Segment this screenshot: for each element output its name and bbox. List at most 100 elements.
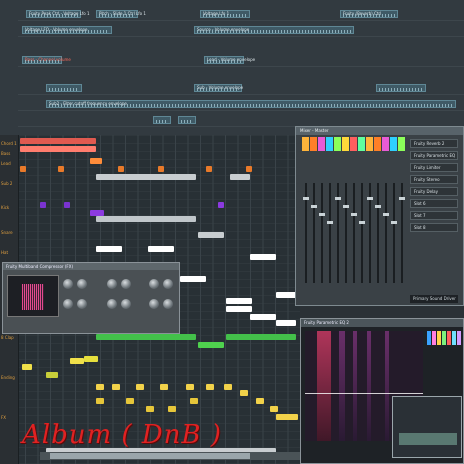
piano-roll-note[interactable] <box>146 406 154 412</box>
playlist-clip[interactable]: Sub2 - Filter cutoff frequency envelope <box>46 100 456 108</box>
playlist-clip[interactable]: Sub - Volume envelope <box>194 84 243 92</box>
ratio-knob[interactable] <box>77 279 87 289</box>
ratio-knob[interactable] <box>121 279 131 289</box>
attack-knob[interactable] <box>149 299 159 309</box>
threshold-knob[interactable] <box>107 279 117 289</box>
compressor-plugin-window[interactable]: Fruity Multiband Compressor (FX) <box>2 262 180 334</box>
piano-roll-note[interactable] <box>190 398 198 404</box>
piano-roll-note[interactable] <box>250 254 276 260</box>
piano-roll-note[interactable] <box>96 246 122 252</box>
mixer-fader-track[interactable] <box>321 183 323 283</box>
piano-roll-note[interactable] <box>136 384 144 390</box>
mixer-fader-track[interactable] <box>385 183 387 283</box>
mixer-fader-knob[interactable] <box>367 197 373 200</box>
mixer-channel-color[interactable] <box>398 137 405 151</box>
mixer-effect-slot[interactable]: Fruity Delay <box>410 187 458 196</box>
mixer-title[interactable]: Mixer - Master <box>296 127 463 135</box>
mixer-fader-knob[interactable] <box>391 221 397 224</box>
mixer-effect-slot[interactable]: Fruity Parametric EQ <box>410 151 458 160</box>
mixer-fader-knob[interactable] <box>327 221 333 224</box>
mixer-effect-slot[interactable]: Fruity Limiter <box>410 163 458 172</box>
piano-roll-note[interactable] <box>118 166 124 172</box>
piano-roll-note[interactable] <box>46 372 58 378</box>
mixer-channel-color[interactable] <box>310 137 317 151</box>
piano-roll-note[interactable] <box>96 174 196 180</box>
mixer-channel-color[interactable] <box>318 137 325 151</box>
piano-roll-note[interactable] <box>20 138 96 144</box>
mixer-fader-knob[interactable] <box>375 205 381 208</box>
piano-roll-note[interactable] <box>276 320 296 326</box>
piano-roll-note[interactable] <box>22 364 32 370</box>
release-knob[interactable] <box>121 299 131 309</box>
track-row[interactable]: Sub - Volume envelope <box>18 84 464 95</box>
mixer-fader-track[interactable] <box>393 183 395 283</box>
piano-roll-note[interactable] <box>224 384 232 390</box>
attack-knob[interactable] <box>107 299 117 309</box>
piano-roll-scrollbar[interactable] <box>40 452 300 460</box>
mixer-fader-knob[interactable] <box>311 205 317 208</box>
scrollbar-thumb[interactable] <box>50 453 250 459</box>
mixer-fader-track[interactable] <box>361 183 363 283</box>
mixer-channel-color[interactable] <box>390 137 397 151</box>
mixer-channel-color[interactable] <box>334 137 341 151</box>
piano-roll-note[interactable] <box>96 384 104 390</box>
piano-roll-note[interactable] <box>270 406 278 412</box>
piano-roll-note[interactable] <box>96 398 104 404</box>
piano-roll-note[interactable] <box>40 202 46 208</box>
mixer-fader-knob[interactable] <box>383 213 389 216</box>
threshold-knob[interactable] <box>63 279 73 289</box>
mixer-fader-knob[interactable] <box>399 197 405 200</box>
piano-roll-note[interactable] <box>180 276 206 282</box>
release-knob[interactable] <box>163 299 173 309</box>
piano-roll-note[interactable] <box>112 384 120 390</box>
playlist-clip[interactable]: Voltage LFO - Volume envelope <box>22 26 112 34</box>
track-row[interactable]: Bass - Channel volume Lead - Volume enve… <box>18 56 464 67</box>
release-knob[interactable] <box>77 299 87 309</box>
mini-plugin-window[interactable] <box>392 396 462 458</box>
piano-roll-note[interactable] <box>246 166 252 172</box>
mixer-channel-color[interactable] <box>374 137 381 151</box>
mixer-channel-color[interactable] <box>358 137 365 151</box>
piano-roll-note[interactable] <box>276 414 298 420</box>
piano-roll-note[interactable] <box>198 232 224 238</box>
playlist-clip[interactable]: Pitch - Slide 1 Ctrl Lfo 1 <box>96 10 146 18</box>
piano-roll-note[interactable] <box>148 246 174 252</box>
piano-roll-note[interactable] <box>186 384 194 390</box>
piano-roll-note[interactable] <box>256 398 264 404</box>
playlist-clip[interactable]: Bass - Channel volume <box>22 56 71 64</box>
piano-roll-note[interactable] <box>206 166 212 172</box>
mixer-fader-track[interactable] <box>329 183 331 283</box>
track-row[interactable]: Fruity Peak Ctrl - Voltage Lfo 1 Pitch -… <box>18 10 464 21</box>
piano-roll-note[interactable] <box>126 398 134 404</box>
threshold-knob[interactable] <box>149 279 159 289</box>
piano-roll-note[interactable] <box>206 384 214 390</box>
piano-roll-note[interactable] <box>276 292 296 298</box>
mixer-effect-slot[interactable]: Slot 6 <box>410 199 458 208</box>
mixer-channel-color[interactable] <box>382 137 389 151</box>
piano-roll-note[interactable] <box>58 166 64 172</box>
mixer-fader-track[interactable] <box>313 183 315 283</box>
playlist-clip[interactable]: Source - Volume envelope <box>194 26 354 34</box>
piano-roll-note[interactable] <box>160 384 168 390</box>
piano-roll-note[interactable] <box>70 358 84 364</box>
piano-roll-note[interactable] <box>198 342 224 348</box>
piano-roll-note[interactable] <box>250 314 276 320</box>
mixer-fader-track[interactable] <box>353 183 355 283</box>
mixer-fader-track[interactable] <box>345 183 347 283</box>
playlist-clip[interactable] <box>153 116 171 124</box>
mixer-window[interactable]: Mixer - Master Fruity Reverb 2 Fruity Par… <box>295 126 464 306</box>
audio-device-label[interactable]: Primary Sound Driver <box>410 295 458 303</box>
playlist-clip[interactable]: Lead - Volume envelope <box>204 56 255 64</box>
piano-roll-note[interactable] <box>230 174 250 180</box>
piano-roll-note[interactable] <box>226 334 296 340</box>
mixer-fader-knob[interactable] <box>359 221 365 224</box>
mixer-fader-track[interactable] <box>377 183 379 283</box>
mixer-effect-slot[interactable]: Fruity Reverb 2 <box>410 139 458 148</box>
mixer-fader-knob[interactable] <box>319 213 325 216</box>
piano-roll-note[interactable] <box>96 334 196 340</box>
playlist-clip[interactable] <box>376 84 426 92</box>
piano-roll-note[interactable] <box>226 298 252 304</box>
piano-roll-note[interactable] <box>218 202 224 208</box>
mixer-channel-color[interactable] <box>326 137 333 151</box>
piano-roll-note[interactable] <box>168 406 176 412</box>
